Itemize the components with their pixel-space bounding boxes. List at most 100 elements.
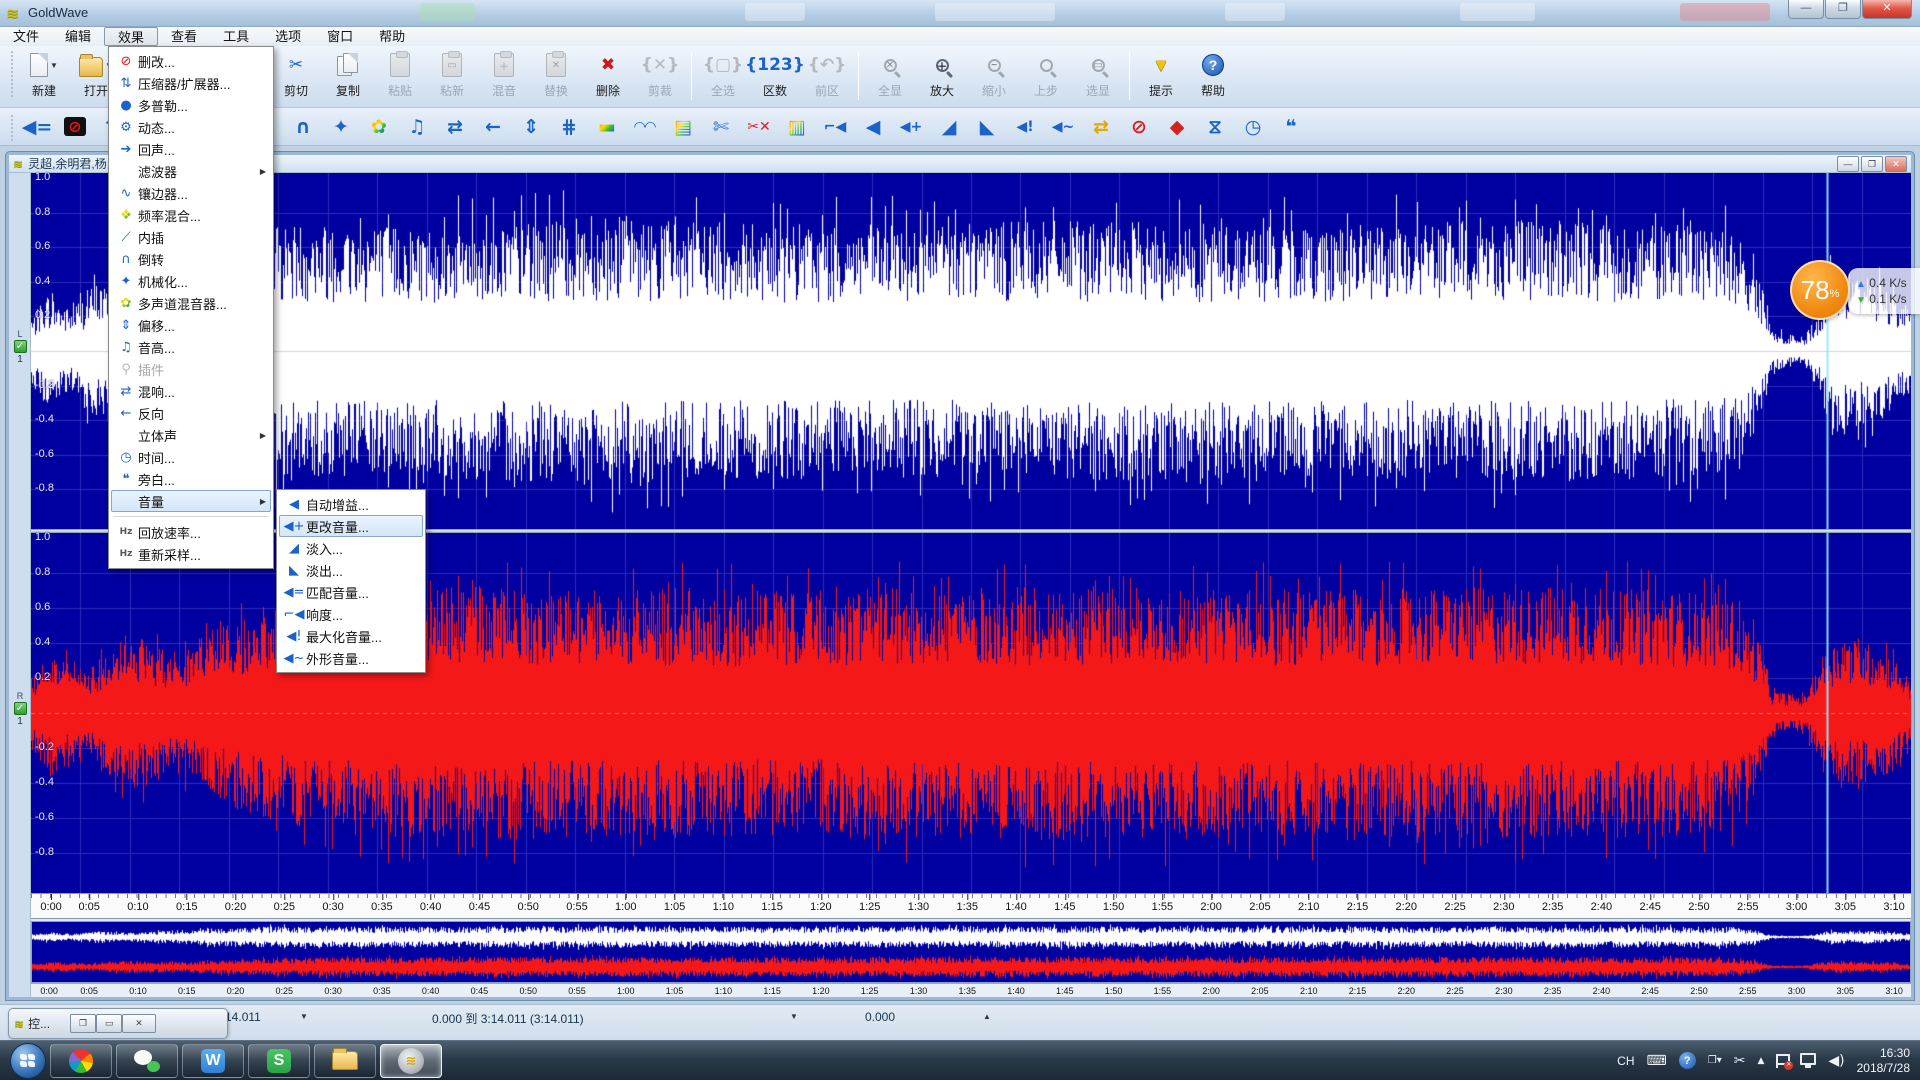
time-axis-ruler[interactable]: 0:000:050:100:150:200:250:300:350:400:45… xyxy=(31,893,1911,919)
toolbar-button-提示[interactable]: ▼提示 xyxy=(1135,46,1187,104)
toolbar-button-放大[interactable]: ＋放大 xyxy=(916,46,968,104)
position-field[interactable]: 0.000 xyxy=(865,1010,895,1024)
menu-帮助[interactable]: 帮助 xyxy=(366,27,418,46)
help-tray-icon[interactable]: ? xyxy=(1679,1052,1696,1069)
toolbar-button-区数[interactable]: {123}区数 xyxy=(749,46,801,104)
match-volume-icon[interactable]: ◀= xyxy=(18,111,56,143)
effects-menu-item-动态[interactable]: ⚙动态... xyxy=(111,116,271,138)
menu-选项[interactable]: 选项 xyxy=(262,27,314,46)
effects-menu-item-频率混合[interactable]: ❖频率混合... xyxy=(111,204,271,226)
document-title-bar[interactable]: ≋ 灵超,余明君,杨 — ❐ ✕ xyxy=(9,155,1911,173)
splice-icon[interactable]: ✄ xyxy=(702,111,740,143)
volume-menu-item-匹配音量[interactable]: ◀=匹配音量... xyxy=(279,581,423,603)
clock[interactable]: 16:30 2018/7/28 xyxy=(1857,1046,1910,1076)
doc-minimize-button[interactable]: — xyxy=(1837,156,1859,172)
toolbar-button-帮助[interactable]: ?帮助 xyxy=(1187,46,1239,104)
toolbar-button-前区[interactable]: {↶}前区 xyxy=(801,46,853,104)
close-button[interactable]: ✕ xyxy=(1862,0,1912,19)
effects-menu-item-偏移[interactable]: ⇕偏移... xyxy=(111,314,271,336)
noise-reduction-icon[interactable]: ✂✕ xyxy=(740,111,778,143)
taskbar-app-browser-360[interactable] xyxy=(50,1044,112,1078)
effects-menu-item-多声道混音器[interactable]: ✿多声道混音器... xyxy=(111,292,271,314)
minwin-restore-button[interactable]: ❐ xyxy=(70,1014,96,1033)
toolbar-button-上步[interactable]: 上步 xyxy=(1020,46,1072,104)
maximize-volume-icon[interactable]: ◀! xyxy=(1006,111,1044,143)
show-hidden-icons-arrow[interactable]: ▲ xyxy=(1757,1056,1764,1066)
restore-window-tray-icon[interactable]: ❐▾ xyxy=(1708,1055,1722,1066)
effects-menu-item-镶边器[interactable]: ∿镶边器... xyxy=(111,182,271,204)
toolbar-button-复制[interactable]: 复制 xyxy=(322,46,374,104)
selection-dropdown[interactable]: ▼ xyxy=(790,1012,798,1021)
minimize-button[interactable]: — xyxy=(1788,0,1824,19)
taskbar-app-app-s[interactable]: S xyxy=(248,1044,310,1078)
shape-volume-icon[interactable]: ◀~ xyxy=(1044,111,1082,143)
channel-toggle-R[interactable]: R✓1 xyxy=(11,691,29,727)
fade-out-icon[interactable]: ◣ xyxy=(968,111,1006,143)
doc-close-button[interactable]: ✕ xyxy=(1885,156,1907,172)
menu-工具[interactable]: 工具 xyxy=(210,27,262,46)
toolbar-button-混音[interactable]: ＋混音 xyxy=(478,46,530,104)
effects-menu-item-倒转[interactable]: ∩倒转 xyxy=(111,248,271,270)
auto-gain-icon[interactable]: ◀ xyxy=(854,111,892,143)
minwin-close-button[interactable]: ✕ xyxy=(122,1014,156,1033)
channel-toggle-L[interactable]: L✓1 xyxy=(11,329,29,365)
effects-menu-item-音高[interactable]: ♫音高... xyxy=(111,336,271,358)
narration-icon[interactable]: ❝ xyxy=(1272,111,1310,143)
overview-right-waveform[interactable] xyxy=(32,952,1910,982)
effects-menu-item-重新采样[interactable]: Hz重新采样... xyxy=(111,543,271,565)
channel-enabled-check-icon[interactable]: ✓ xyxy=(14,702,27,715)
dropdown-arrow-icon[interactable]: ▼ xyxy=(50,61,58,70)
volume-menu-item-淡入[interactable]: ◢淡入... xyxy=(279,537,423,559)
channel-enabled-check-icon[interactable]: ✓ xyxy=(14,340,27,353)
effects-menu-item-滤波器[interactable]: 滤波器▶ xyxy=(111,160,271,182)
frequency-mix-icon[interactable]: ▤ xyxy=(664,111,702,143)
change-volume-icon[interactable]: ◀+ xyxy=(892,111,930,143)
start-button[interactable] xyxy=(10,1043,46,1079)
overview-left-waveform[interactable] xyxy=(32,922,1910,952)
effects-menu-item-机械化[interactable]: ✦机械化... xyxy=(111,270,271,292)
scissors-tray-icon[interactable]: ✂ xyxy=(1734,1053,1746,1069)
effects-menu-item-压缩器/扩展器[interactable]: ⇅压缩器/扩展器... xyxy=(111,72,271,94)
fade-in-icon[interactable]: ◢ xyxy=(930,111,968,143)
position-dropdown[interactable]: ▲ xyxy=(983,1012,991,1021)
volume-icon[interactable]: ◀) xyxy=(1828,1053,1844,1069)
stereo-pan-icon[interactable]: ▬ xyxy=(588,111,626,143)
menu-效果[interactable]: 效果 xyxy=(104,27,158,46)
invert-icon[interactable]: ∩ xyxy=(284,111,322,143)
toolbar-button-新建[interactable]: ▼新建 xyxy=(18,46,70,104)
volume-menu-item-响度[interactable]: ⌐◀响度... xyxy=(279,603,423,625)
effects-menu-item-反向[interactable]: ←反向 xyxy=(111,402,271,424)
minwin-maximize-button[interactable]: ▭ xyxy=(96,1014,122,1033)
mechanize-icon[interactable]: ✦ xyxy=(322,111,360,143)
effects-menu-item-多普勒[interactable]: ●多普勒... xyxy=(111,94,271,116)
effects-menu-item-旁白[interactable]: ❝旁白... xyxy=(111,468,271,490)
time-icon[interactable]: ◷ xyxy=(1234,111,1272,143)
toolbar-button-缩小[interactable]: −缩小 xyxy=(968,46,1020,104)
multichannel-mixer-icon[interactable]: ✿ xyxy=(360,111,398,143)
toolbar-button-粘新[interactable]: ▭粘新 xyxy=(426,46,478,104)
minimized-control-window[interactable]: ≋ 控... ❐ ▭ ✕ xyxy=(8,1008,228,1039)
toolbar-button-替换[interactable]: ✕替换 xyxy=(530,46,582,104)
effects-menu-item-插件[interactable]: ⚲插件 xyxy=(111,358,271,380)
playback-rate-icon[interactable]: ⇄ xyxy=(1082,111,1120,143)
taskbar-app-wps-writer[interactable]: W xyxy=(182,1044,244,1078)
effects-menu-item-立体声[interactable]: 立体声▶ xyxy=(111,424,271,446)
toolbar-button-全显[interactable]: ✕全显 xyxy=(864,46,916,104)
effects-menu-item-回声[interactable]: ➔回声... xyxy=(111,138,271,160)
doc-restore-button[interactable]: ❐ xyxy=(1861,156,1883,172)
pitch-icon[interactable]: ♫ xyxy=(398,111,436,143)
reverse-icon[interactable]: ← xyxy=(474,111,512,143)
loudness-icon[interactable]: ⌐◀ xyxy=(816,111,854,143)
menu-窗口[interactable]: 窗口 xyxy=(314,27,366,46)
overview-pane[interactable] xyxy=(31,921,1911,983)
effects-menu-item-内插[interactable]: ⟋内插 xyxy=(111,226,271,248)
offset-icon[interactable]: ⇕ xyxy=(512,111,550,143)
toolbar-button-剪切[interactable]: ✂剪切 xyxy=(270,46,322,104)
action-center-flag-icon[interactable] xyxy=(1776,1054,1788,1068)
volume-menu-item-自动增益[interactable]: ◀自动增益... xyxy=(279,493,423,515)
reverb-icon[interactable]: ⇄ xyxy=(436,111,474,143)
hall-icon[interactable]: ◠◠ xyxy=(626,111,664,143)
selection-range-field[interactable]: 0.000 到 3:14.011 (3:14.011) xyxy=(432,1010,584,1027)
toolbar-button-粘贴[interactable]: 粘贴 xyxy=(374,46,426,104)
resample-icon[interactable]: ⊘ xyxy=(1120,111,1158,143)
